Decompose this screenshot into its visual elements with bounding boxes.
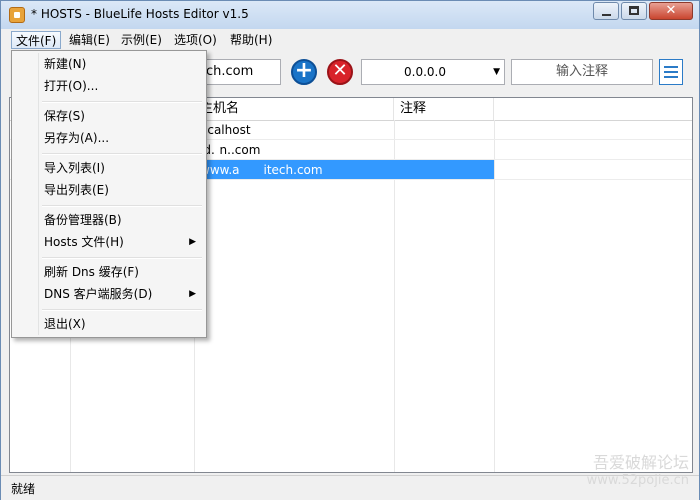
hostname-cell: ocalhost	[200, 123, 251, 137]
hostname-input-value: ch.com	[206, 64, 254, 79]
menu-separator	[42, 101, 202, 103]
submenu-arrow-icon: ▶	[189, 237, 196, 247]
menu-separator	[42, 309, 202, 311]
document-icon	[664, 66, 678, 68]
menu-import-list[interactable]: 导入列表(I)	[14, 157, 204, 179]
menu-export-list[interactable]: 导出列表(E)	[14, 179, 204, 201]
menu-bar: 文件(F) 编辑(E) 示例(E) 选项(O) 帮助(H)	[1, 29, 699, 51]
ip-address-dropdown[interactable]: 0.0.0.0 ▼	[361, 59, 505, 85]
menu-help[interactable]: 帮助(H)	[226, 31, 276, 49]
app-icon	[9, 7, 25, 23]
menu-dns-client[interactable]: DNS 客户端服务(D) ▶	[14, 283, 204, 305]
menu-flush-dns[interactable]: 刷新 Dns 缓存(F)	[14, 261, 204, 283]
column-comment[interactable]: 注释	[394, 98, 494, 120]
close-button[interactable]: ✕	[649, 2, 693, 20]
title-bar[interactable]: * HOSTS - BlueLife Hosts Editor v1.5 ✕	[1, 1, 699, 29]
file-menu-dropdown: 新建(N) 打开(O)... 保存(S) 另存为(A)... 导入列表(I) 导…	[11, 50, 207, 338]
menu-separator	[42, 257, 202, 259]
menu-open[interactable]: 打开(O)...	[14, 75, 204, 97]
menu-new[interactable]: 新建(N)	[14, 53, 204, 75]
menu-file[interactable]: 文件(F)	[11, 31, 62, 49]
menu-exit[interactable]: 退出(X)	[14, 313, 204, 335]
window-controls: ✕	[593, 2, 693, 20]
menu-options[interactable]: 选项(O)	[170, 31, 221, 49]
column-hostname[interactable]: 主机名	[194, 98, 394, 120]
delete-entry-button[interactable]: ✕	[327, 59, 353, 85]
menu-separator	[42, 153, 202, 155]
x-icon: ✕	[332, 60, 348, 81]
window-title: * HOSTS - BlueLife Hosts Editor v1.5	[31, 7, 249, 21]
chevron-down-icon: ▼	[493, 67, 500, 77]
menu-backup-manager[interactable]: 备份管理器(B)	[14, 209, 204, 231]
menu-save[interactable]: 保存(S)	[14, 105, 204, 127]
submenu-arrow-icon: ▶	[189, 289, 196, 299]
ip-address-value: 0.0.0.0	[404, 65, 446, 79]
notes-button[interactable]	[659, 59, 683, 85]
minimize-button[interactable]	[593, 2, 619, 20]
comment-input[interactable]: 输入注释	[511, 59, 653, 85]
add-entry-button[interactable]: +	[291, 59, 317, 85]
app-window: * HOSTS - BlueLife Hosts Editor v1.5 ✕ 文…	[0, 0, 700, 500]
hostname-cell: www.a itech.com	[200, 163, 323, 177]
menu-edit[interactable]: 编辑(E)	[65, 31, 114, 49]
menu-separator	[42, 205, 202, 207]
plus-icon: +	[294, 58, 314, 83]
maximize-button[interactable]	[621, 2, 647, 20]
watermark: 吾爱破解论坛 www.52pojie.cn	[586, 453, 689, 489]
minimize-icon	[602, 14, 611, 16]
maximize-icon	[629, 6, 639, 15]
status-bar: 就绪 吾爱破解论坛 www.52pojie.cn	[1, 454, 699, 500]
menu-save-as[interactable]: 另存为(A)...	[14, 127, 204, 149]
menu-examples[interactable]: 示例(E)	[117, 31, 166, 49]
status-text: 就绪	[11, 482, 36, 496]
hostname-cell: id. n..com	[200, 143, 261, 157]
menu-hosts-file[interactable]: Hosts 文件(H) ▶	[14, 231, 204, 253]
close-icon: ✕	[665, 3, 677, 18]
